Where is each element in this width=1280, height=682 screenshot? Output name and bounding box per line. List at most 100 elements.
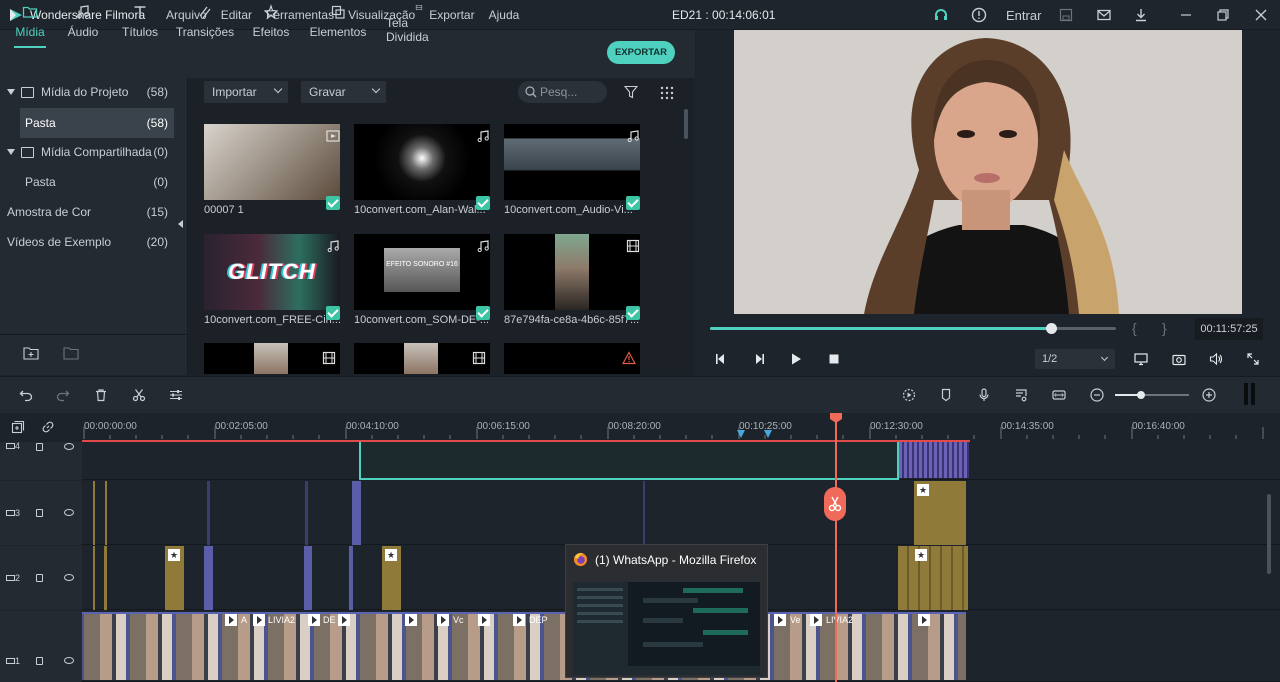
info-icon[interactable] [970,6,988,24]
tab-efeitos[interactable]: Efeitos [253,4,289,44]
timeline-clip[interactable] [352,481,361,545]
play-icon[interactable] [787,350,805,368]
redo-icon[interactable] [54,386,72,404]
timeline-clip[interactable] [304,546,312,610]
video-preview[interactable] [734,30,1242,314]
render-icon[interactable] [900,386,918,404]
stop-icon[interactable] [825,350,843,368]
taskbar-window-preview[interactable]: (1) WhatsApp - Mozilla Firefox [565,544,768,678]
lock-icon[interactable] [36,574,43,582]
lock-icon[interactable] [36,443,43,451]
library-item-shared-media[interactable]: Mídia Compartilhada (0) [0,137,176,167]
sign-in-link[interactable]: Entrar [1006,8,1041,23]
timeline-clip[interactable] [359,442,899,480]
save-icon[interactable] [1057,6,1075,24]
timeline-clip[interactable] [207,481,210,545]
media-item[interactable] [504,343,640,374]
tab-elementos[interactable]: Elementos [310,4,366,44]
mail-icon[interactable] [1095,6,1113,24]
step-forward-icon[interactable] [750,350,768,368]
media-item[interactable]: 87e794fa-ce8a-4b6c-85f7... [504,234,644,326]
timeline-clip[interactable] [305,481,308,545]
tab-transicoes[interactable]: Transições [176,4,234,44]
minimize-icon[interactable] [1177,6,1195,24]
menu-ajuda[interactable]: Ajuda [489,8,520,22]
timeline-clip[interactable] [104,546,107,610]
split-scissors-button[interactable] [824,487,846,521]
adjust-icon[interactable] [167,386,185,404]
download-icon[interactable] [1132,6,1150,24]
close-icon[interactable] [1252,6,1270,24]
media-item[interactable]: GLITCH 10convert.com_FREE-Cin... [204,234,344,326]
zoom-slider-handle[interactable] [1137,391,1145,399]
restore-icon[interactable] [1214,6,1232,24]
tab-titulos[interactable]: Títulos [121,4,159,44]
undo-icon[interactable] [17,386,35,404]
volume-icon[interactable] [1207,350,1225,368]
new-folder-icon[interactable] [23,346,39,360]
export-button[interactable]: EXPORTAR [607,41,675,64]
timeline-vertical-scrollbar[interactable] [1267,494,1271,574]
library-item-color-samples[interactable]: Amostra de Cor (15) [0,197,176,227]
timeline-clip[interactable] [93,546,95,610]
media-item[interactable]: 00007 1 [204,124,344,216]
timeline-clip[interactable] [93,481,95,545]
fullscreen-icon[interactable] [1244,350,1262,368]
media-item[interactable]: EFEITO SONORO #16 10convert.com_SOM-DE-.… [354,234,494,326]
media-item[interactable]: 10convert.com_Audio-Vi... [504,124,644,216]
microphone-icon[interactable] [975,386,993,404]
timeline-clip[interactable]: ★ [382,546,401,610]
zoom-in-icon[interactable] [1200,386,1218,404]
tab-tela-dividida[interactable]: Tela Dividida [386,4,452,44]
eye-icon[interactable] [64,657,74,664]
import-dropdown[interactable]: Importar [204,81,288,103]
media-scrollbar[interactable] [684,109,688,139]
tab-midia[interactable]: Mídia [14,4,46,48]
timeline-clip[interactable]: ★ [165,546,184,610]
collapse-arrow-icon[interactable] [7,89,15,95]
timeline-clip[interactable]: ★ [898,546,968,610]
preview-quality-dropdown[interactable]: 1/2 [1035,349,1115,369]
media-item[interactable]: 10convert.com_Alan-Wal... [354,124,494,216]
audio-mixer-icon[interactable] [1012,386,1030,404]
timeline-clip[interactable] [899,442,969,478]
step-back-icon[interactable] [712,350,730,368]
add-track-icon[interactable] [9,418,27,436]
record-dropdown[interactable]: Gravar [301,81,386,103]
eye-icon[interactable] [64,443,74,450]
library-item-sample-videos[interactable]: Vídeos de Exemplo (20) [0,227,176,257]
eye-icon[interactable] [64,574,74,581]
library-item-project-media[interactable]: Mídia do Projeto (58) [0,77,176,107]
mark-in-icon[interactable]: { [1132,320,1137,336]
timeline-clip[interactable] [643,481,645,545]
library-item-pasta[interactable]: Pasta (0) [0,167,176,197]
search-input[interactable]: Pesq... [518,81,607,103]
lock-icon[interactable] [36,657,43,665]
filter-icon[interactable] [624,85,638,99]
zoom-out-icon[interactable] [1088,386,1106,404]
remove-folder-icon[interactable] [63,346,79,360]
headset-icon[interactable] [932,6,950,24]
library-item-pasta-selected[interactable]: Pasta (58) [20,108,174,138]
timeline-clip[interactable] [349,546,353,610]
delete-icon[interactable] [92,386,110,404]
fit-timeline-icon[interactable] [1050,386,1068,404]
collapse-panel-icon[interactable] [178,220,183,228]
marker-icon[interactable] [937,386,955,404]
collapse-arrow-icon[interactable] [7,149,15,155]
timeline-clip[interactable] [105,481,107,545]
snapshot-icon[interactable] [1170,350,1188,368]
playback-progress-handle[interactable] [1046,323,1057,334]
scissors-icon[interactable] [130,386,148,404]
mark-out-icon[interactable]: } [1162,320,1167,336]
media-item[interactable] [354,343,490,374]
timeline-clip[interactable]: ★ [914,481,966,545]
link-icon[interactable] [39,418,57,436]
tab-audio[interactable]: Áudio [66,4,100,44]
media-item[interactable] [204,343,340,374]
grid-view-icon[interactable] [660,86,674,100]
eye-icon[interactable] [64,509,74,516]
display-icon[interactable] [1132,350,1150,368]
timeline-clip[interactable] [204,546,213,610]
lock-icon[interactable] [36,509,43,517]
